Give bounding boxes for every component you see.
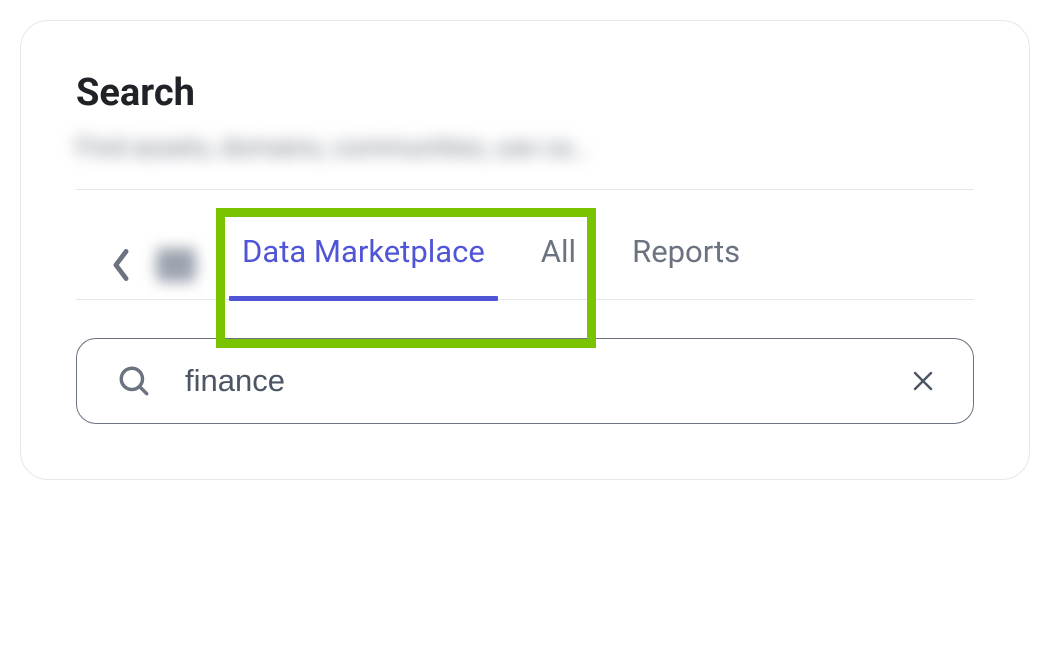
page-title: Search [76,71,974,115]
search-input[interactable] [185,363,903,399]
search-field-wrapper[interactable] [76,338,974,424]
tab-label: Reports [632,233,740,270]
clear-button[interactable] [903,361,943,401]
tab-label: All [541,233,576,270]
tab-data-marketplace[interactable]: Data Marketplace [214,230,513,300]
tab-reports[interactable]: Reports [604,230,768,300]
chevron-left-icon [110,248,132,282]
tab-all[interactable]: All [513,230,604,300]
tab-label: Data Marketplace [242,233,485,270]
close-icon [911,369,935,393]
tabs-container: Data Marketplace All Reports [76,190,974,300]
page-subtitle-blurred: Find assets, domains, communities, use c… [76,133,974,163]
back-button[interactable] [96,240,146,290]
search-icon [117,364,151,398]
tabs-row: Data Marketplace All Reports [76,190,974,300]
blurred-element [156,248,196,282]
search-card: Search Find assets, domains, communities… [20,20,1030,480]
